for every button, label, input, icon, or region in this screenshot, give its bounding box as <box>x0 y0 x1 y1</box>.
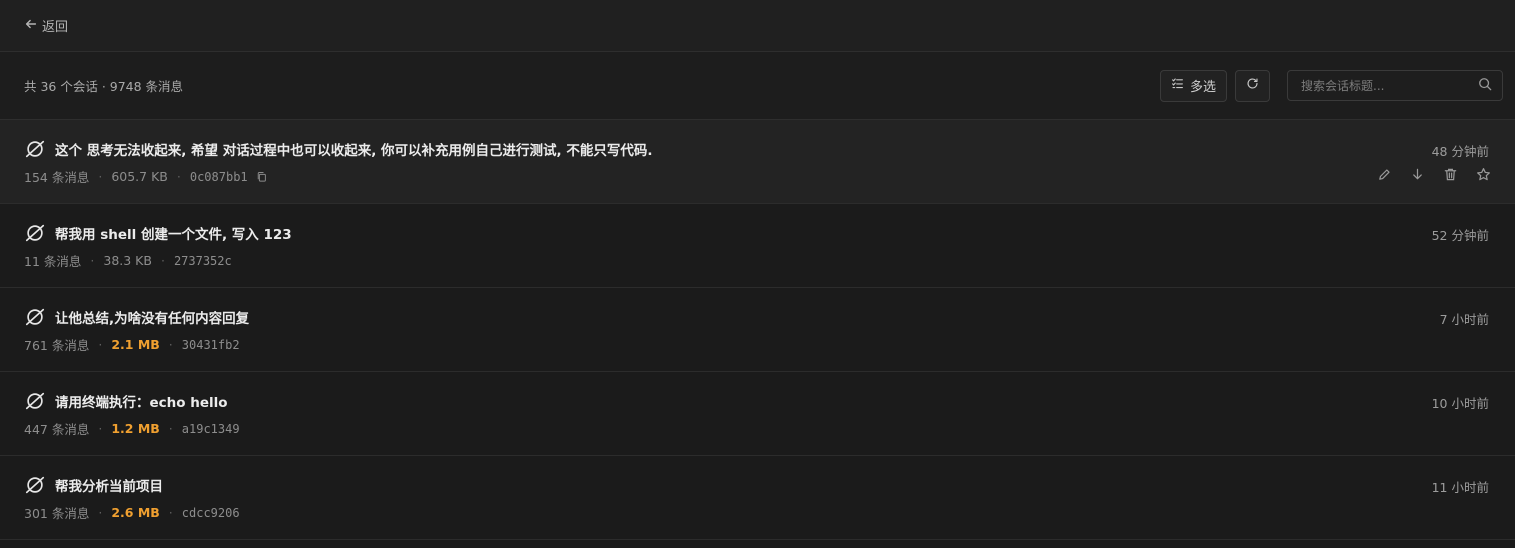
arrow-left-icon <box>24 17 38 35</box>
trash-icon[interactable] <box>1443 167 1458 182</box>
back-button[interactable]: 返回 <box>24 16 68 35</box>
session-time: 11 小时前 <box>1431 480 1489 495</box>
separator-dot: · <box>176 169 181 184</box>
app-logo-icon <box>24 138 46 160</box>
search-icon[interactable] <box>1478 77 1492 95</box>
separator-dot: · <box>98 505 103 520</box>
edit-icon[interactable] <box>1377 167 1392 182</box>
session-hash: 2737352c <box>173 253 232 268</box>
separator-dot: · <box>98 337 103 352</box>
session-size: 38.3 KB <box>103 253 152 268</box>
session-time: 7 小时前 <box>1439 312 1489 327</box>
session-size: 2.1 MB <box>111 337 160 352</box>
separator-dot: · <box>168 505 173 520</box>
refresh-icon <box>1246 77 1259 94</box>
search-input[interactable] <box>1301 78 1478 93</box>
separator-dot: · <box>168 337 173 352</box>
separator-dot: · <box>98 421 103 436</box>
row-actions <box>1377 167 1491 182</box>
session-title: 帮我用 shell 创建一个文件, 写入 123 <box>55 227 292 243</box>
app-logo-icon <box>24 222 46 244</box>
session-title: 让他总结,为啥没有任何内容回复 <box>55 311 250 327</box>
toolbar: 共 36 个会话 · 9748 条消息 多选 <box>0 52 1515 120</box>
star-icon[interactable] <box>1476 167 1491 182</box>
session-row[interactable]: 这个 思考无法收起来, 希望 对话过程中也可以收起来, 你可以补充用例自己进行测… <box>0 120 1515 204</box>
session-hash: 30431fb2 <box>181 337 240 352</box>
session-size: 1.2 MB <box>111 421 160 436</box>
multi-select-label: 多选 <box>1189 80 1216 95</box>
app-logo-icon <box>24 474 46 496</box>
message-count: 11 条消息 <box>24 254 82 269</box>
multi-select-button[interactable]: 多选 <box>1160 69 1227 102</box>
separator-dot: · <box>90 253 95 268</box>
session-row[interactable]: 让他总结,为啥没有任何内容回复 761 条消息 · 2.1 MB · 30431… <box>0 288 1515 372</box>
session-time: 10 小时前 <box>1431 396 1489 411</box>
app-logo-icon <box>24 306 46 328</box>
separator-dot: · <box>168 421 173 436</box>
copy-icon[interactable] <box>256 171 268 183</box>
session-hash: cdcc9206 <box>181 505 240 520</box>
checklist-icon <box>1171 77 1184 94</box>
session-size: 2.6 MB <box>111 505 160 520</box>
session-row[interactable]: 帮我分析当前项目 301 条消息 · 2.6 MB · cdcc9206 11 … <box>0 456 1515 540</box>
app-logo-icon <box>24 390 46 412</box>
session-title: 请用终端执行：echo hello <box>55 395 228 411</box>
session-hash: 0c087bb1 <box>189 169 248 184</box>
session-row[interactable]: 帮我用 shell 创建一个文件, 写入 123 11 条消息 · 38.3 K… <box>0 204 1515 288</box>
message-count: 761 条消息 <box>24 338 90 353</box>
session-time: 52 分钟前 <box>1431 228 1489 243</box>
message-count: 301 条消息 <box>24 506 90 521</box>
search-box <box>1287 70 1503 101</box>
session-summary: 共 36 个会话 · 9748 条消息 <box>24 79 184 94</box>
session-hash: a19c1349 <box>181 421 240 436</box>
refresh-button[interactable] <box>1235 69 1270 102</box>
session-list: 这个 思考无法收起来, 希望 对话过程中也可以收起来, 你可以补充用例自己进行测… <box>0 120 1515 540</box>
session-title: 这个 思考无法收起来, 希望 对话过程中也可以收起来, 你可以补充用例自己进行测… <box>55 143 653 159</box>
back-label: 返回 <box>42 20 69 35</box>
session-size: 605.7 KB <box>111 169 168 184</box>
separator-dot: · <box>160 253 165 268</box>
message-count: 447 条消息 <box>24 422 90 437</box>
session-row[interactable]: 请用终端执行：echo hello 447 条消息 · 1.2 MB · a19… <box>0 372 1515 456</box>
top-bar: 返回 <box>0 0 1515 52</box>
message-count: 154 条消息 <box>24 170 90 185</box>
session-time: 48 分钟前 <box>1431 144 1489 159</box>
separator-dot: · <box>98 169 103 184</box>
download-icon[interactable] <box>1410 167 1425 182</box>
session-title: 帮我分析当前项目 <box>55 479 163 495</box>
